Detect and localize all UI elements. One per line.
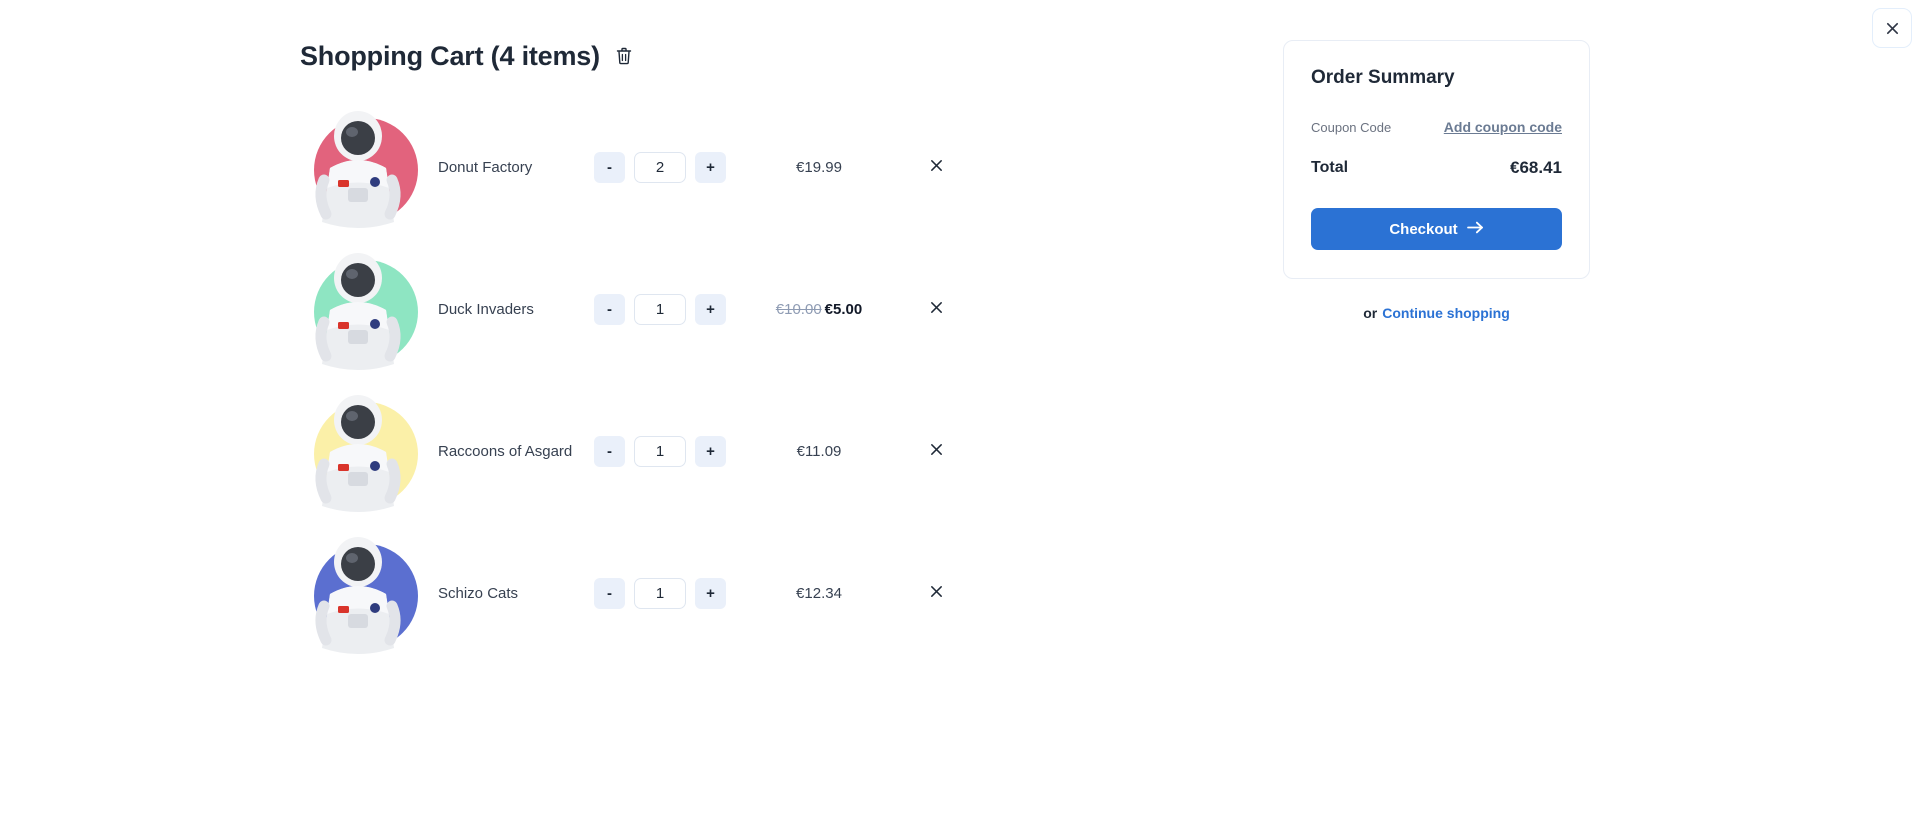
or-text: or	[1363, 305, 1377, 321]
product-price: €19.99	[729, 159, 909, 176]
product-price: €10.00€5.00	[729, 301, 909, 318]
cart-item-row: Donut Factory-+€19.99	[300, 96, 990, 238]
order-summary-card: Order Summary Coupon Code Add coupon cod…	[1283, 40, 1590, 279]
continue-shopping-link[interactable]: Continue shopping	[1382, 305, 1510, 321]
product-name: Donut Factory	[422, 159, 594, 176]
quantity-stepper: -+	[594, 152, 729, 183]
quantity-stepper: -+	[594, 436, 729, 467]
increment-quantity-button[interactable]: +	[695, 152, 726, 183]
total-row: Total €68.41	[1311, 158, 1562, 178]
decrement-quantity-button[interactable]: -	[594, 294, 625, 325]
add-coupon-link[interactable]: Add coupon code	[1444, 119, 1562, 135]
product-thumbnail[interactable]	[300, 522, 422, 664]
shopping-cart-page: Shopping Cart (4 items) Donut Factory-+€…	[0, 0, 1920, 839]
checkout-button[interactable]: Checkout	[1311, 208, 1562, 250]
continue-shopping-row: or Continue shopping	[1283, 305, 1590, 321]
clear-cart-button[interactable]	[612, 46, 636, 70]
product-thumbnail-cat-astronaut	[300, 522, 422, 664]
close-icon	[929, 442, 944, 460]
increment-quantity-button[interactable]: +	[695, 578, 726, 609]
order-summary-column: Order Summary Coupon Code Add coupon cod…	[990, 40, 1590, 321]
increment-quantity-button[interactable]: +	[695, 436, 726, 467]
coupon-row: Coupon Code Add coupon code	[1311, 119, 1562, 135]
cart-item-list: Donut Factory-+€19.99Duck Invaders-+€10.…	[300, 96, 990, 664]
product-price-value: €12.34	[796, 585, 842, 602]
coupon-label: Coupon Code	[1311, 120, 1391, 135]
product-name: Schizo Cats	[422, 585, 594, 602]
product-thumbnail-duck-astronaut	[300, 238, 422, 380]
close-icon	[929, 158, 944, 176]
product-thumbnail[interactable]	[300, 238, 422, 380]
product-thumbnail-panda-astronaut	[300, 96, 422, 238]
page-title: Shopping Cart (4 items)	[300, 40, 600, 72]
quantity-input[interactable]	[634, 294, 686, 325]
cart-item-row: Duck Invaders-+€10.00€5.00	[300, 238, 990, 380]
remove-item-button[interactable]	[909, 442, 963, 460]
cart-content: Shopping Cart (4 items) Donut Factory-+€…	[300, 40, 1590, 664]
close-icon	[929, 300, 944, 318]
product-thumbnail[interactable]	[300, 380, 422, 522]
product-price: €11.09	[729, 443, 909, 460]
remove-item-button[interactable]	[909, 584, 963, 602]
decrement-quantity-button[interactable]: -	[594, 578, 625, 609]
product-price: €12.34	[729, 585, 909, 602]
product-thumbnail-raccoon-astronaut	[300, 380, 422, 522]
remove-item-button[interactable]	[909, 158, 963, 176]
quantity-stepper: -+	[594, 578, 729, 609]
product-thumbnail[interactable]	[300, 96, 422, 238]
cart-header: Shopping Cart (4 items)	[300, 40, 990, 72]
quantity-stepper: -+	[594, 294, 729, 325]
close-dialog-button[interactable]	[1872, 8, 1912, 48]
remove-item-button[interactable]	[909, 300, 963, 318]
close-icon	[929, 584, 944, 602]
product-price-value: €19.99	[796, 159, 842, 176]
total-label: Total	[1311, 159, 1348, 177]
cart-item-row: Schizo Cats-+€12.34	[300, 522, 990, 664]
increment-quantity-button[interactable]: +	[695, 294, 726, 325]
close-icon	[1885, 21, 1900, 36]
product-price-value: €11.09	[797, 443, 842, 460]
quantity-input[interactable]	[634, 436, 686, 467]
trash-icon	[616, 47, 632, 68]
order-summary-title: Order Summary	[1311, 67, 1562, 89]
product-name: Raccoons of Asgard	[422, 443, 594, 460]
decrement-quantity-button[interactable]: -	[594, 436, 625, 467]
cart-items-column: Shopping Cart (4 items) Donut Factory-+€…	[300, 40, 990, 664]
cart-item-row: Raccoons of Asgard-+€11.09	[300, 380, 990, 522]
product-name: Duck Invaders	[422, 301, 594, 318]
checkout-button-label: Checkout	[1389, 221, 1457, 238]
arrow-right-icon	[1467, 221, 1484, 238]
total-value: €68.41	[1510, 158, 1562, 178]
product-price-original: €10.00	[776, 301, 822, 318]
decrement-quantity-button[interactable]: -	[594, 152, 625, 183]
quantity-input[interactable]	[634, 152, 686, 183]
product-price-discounted: €5.00	[825, 301, 863, 318]
quantity-input[interactable]	[634, 578, 686, 609]
